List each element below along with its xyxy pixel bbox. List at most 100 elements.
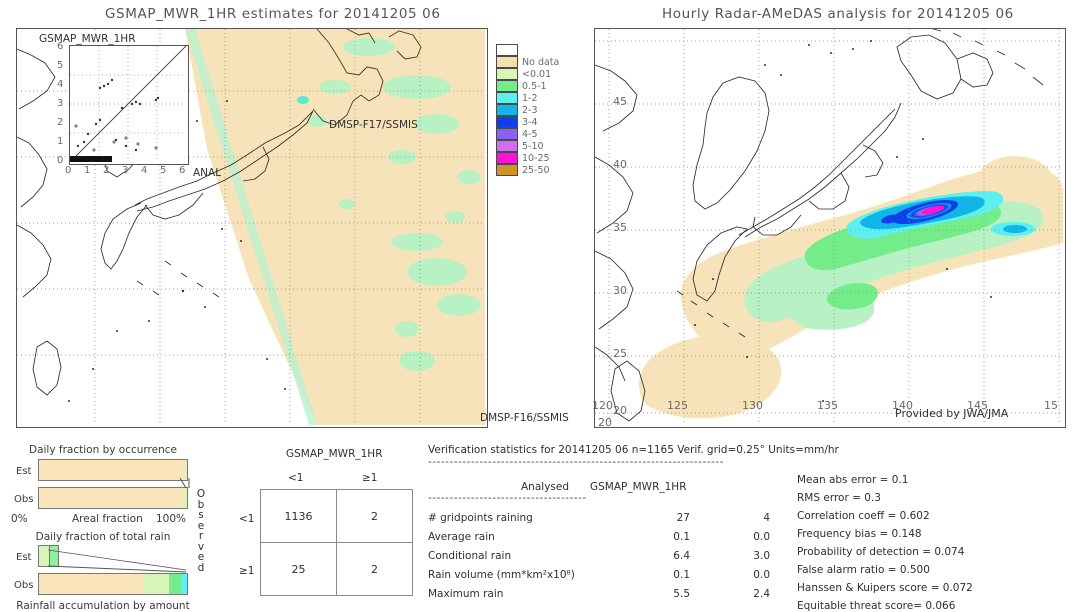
occurrence-axis-right: 100%	[156, 513, 187, 525]
sensor-label-f16: DMSP-F16/SSMIS	[480, 412, 569, 424]
verification-row-0-name: # gridpoints raining	[428, 512, 533, 524]
inset-y-tick-1: 1	[57, 136, 64, 147]
score-7: Equitable threat score= 0.066	[797, 600, 956, 612]
verification-row-2-estimate: 3.0	[753, 550, 770, 562]
inset-x-axis-label: ANAL	[193, 167, 222, 179]
inset-y-tick-4: 4	[57, 79, 64, 90]
inset-x-tick-5: 5	[160, 165, 167, 176]
occurrence-obs-label: Obs	[14, 494, 34, 505]
colorbar-label-4: 1-2	[522, 93, 538, 104]
verification-row-4-analysed: 5.5	[673, 588, 690, 600]
right-lon-tick-120: 120	[592, 399, 613, 412]
verification-row-3-estimate: 0.0	[753, 569, 770, 581]
verification-row-4-name: Maximum rain	[428, 588, 504, 600]
contingency-table: 1136 2 25 2	[260, 489, 413, 596]
gsmap-estimate-map[interactable]: GSMAP_MWR_1HR ANAL 6 5 4 3 2 1 0 0 1 2 3…	[16, 28, 488, 428]
colorbar-swatch-2	[496, 68, 518, 80]
inset-x-tick-3: 3	[122, 165, 129, 176]
table-row: 1136 2	[260, 489, 413, 543]
verification-divider: ----------------------------------------…	[428, 456, 724, 468]
right-lon-tick-135: 135	[817, 399, 838, 412]
colorbar-label-10: 25-50	[522, 165, 550, 176]
occurrence-axis-left: 0%	[11, 513, 28, 525]
verification-row-4-estimate: 2.4	[753, 588, 770, 600]
verification-header: Verification statistics for 20141205 06 …	[428, 444, 839, 456]
score-3: Frequency bias = 0.148	[797, 528, 922, 540]
score-0: Mean abs error = 0.1	[797, 474, 909, 486]
contingency-row-header-1: ≥1	[239, 565, 255, 577]
colorbar-swatch-5	[496, 104, 518, 116]
verification-divider-2: -------------------------------------	[428, 492, 587, 504]
colorbar-legend: No data <0.01 0.5-1 1-2 2-3 3-4 4-5 5-10…	[496, 44, 576, 176]
right-lat-tick-20-outer: 20	[598, 416, 612, 429]
verification-row-2-analysed: 6.4	[673, 550, 690, 562]
colorbar-swatch-4	[496, 92, 518, 104]
right-lat-tick-20: 20	[613, 404, 627, 417]
right-lon-tick-140: 140	[892, 399, 913, 412]
colorbar-swatch-7	[496, 128, 518, 140]
occurrence-obs-seg-0	[39, 488, 184, 508]
colorbar-swatch-0	[496, 44, 518, 56]
occurrence-obs-bar	[38, 487, 188, 509]
right-lat-tick-30: 30	[613, 284, 627, 297]
occurrence-axis-center: Areal fraction	[72, 513, 143, 525]
colorbar-swatch-6	[496, 116, 518, 128]
colorbar-label-3: 0.5-1	[522, 81, 547, 92]
total-rain-obs-seg-0	[39, 574, 143, 594]
inset-x-tick-4: 4	[141, 165, 148, 176]
verification-row-0-estimate: 4	[763, 512, 770, 524]
score-4: Probability of detection = 0.074	[797, 546, 965, 558]
verification-row-1-analysed: 0.1	[673, 531, 690, 543]
colorbar-label-8: 5-10	[522, 141, 544, 152]
colorbar-label-2: <0.01	[522, 69, 552, 80]
contingency-col-header-0: <1	[288, 472, 304, 484]
table-row: 25 2	[260, 542, 413, 596]
inset-x-tick-0: 0	[65, 165, 72, 176]
occurrence-est-bar	[38, 459, 188, 481]
colorbar-swatch-3	[496, 80, 518, 92]
occurrence-est-seg-0	[39, 460, 187, 480]
score-1: RMS error = 0.3	[797, 492, 881, 504]
total-rain-est-label: Est	[16, 552, 32, 563]
inset-x-tick-1: 1	[84, 165, 91, 176]
score-2: Correlation coeff = 0.602	[797, 510, 930, 522]
contingency-cell-1-0: 25	[260, 542, 337, 596]
radar-amedas-map[interactable]: 45 40 35 30 25 20 Provided by JWA/JMA	[594, 28, 1066, 428]
verification-row-0-analysed: 27	[676, 512, 690, 524]
total-rain-obs-seg-3	[181, 574, 187, 594]
verification-row-1-name: Average rain	[428, 531, 495, 543]
score-5: False alarm ratio = 0.500	[797, 564, 930, 576]
contingency-cell-0-0: 1136	[260, 489, 337, 543]
verification-col-estimate: GSMAP_MWR_1HR	[590, 481, 687, 493]
total-rain-obs-seg-1	[142, 574, 170, 594]
colorbar-swatch-10	[496, 164, 518, 176]
occurrence-est-label: Est	[16, 466, 32, 477]
inset-x-tick-2: 2	[103, 165, 110, 176]
right-lon-tick-150: 15	[1044, 399, 1058, 412]
contingency-cell-1-1: 2	[336, 542, 413, 596]
right-lat-tick-35: 35	[613, 221, 627, 234]
inset-scatter-plot	[69, 45, 189, 165]
left-panel-title: GSMAP_MWR_1HR estimates for 20141205 06	[105, 6, 441, 22]
occurrence-obs-seg-1	[183, 488, 187, 508]
colorbar-swatch-1	[496, 56, 518, 68]
right-lat-tick-40: 40	[613, 158, 627, 171]
total-rain-obs-label: Obs	[14, 580, 34, 591]
colorbar-swatch-8	[496, 140, 518, 152]
inset-scatter-canvas	[70, 46, 186, 162]
total-rain-obs-bar	[38, 573, 188, 595]
colorbar-label-1: No data	[522, 57, 560, 68]
colorbar-label-9: 10-25	[522, 153, 550, 164]
right-lon-tick-125: 125	[667, 399, 688, 412]
right-lon-tick-130: 130	[742, 399, 763, 412]
verification-row-3-name: Rain volume (mm*km²x10⁸)	[428, 569, 575, 581]
right-lat-tick-45: 45	[613, 95, 627, 108]
fraction-total-rain-title: Daily fraction of total rain	[35, 531, 171, 543]
fraction-occurrence-title: Daily fraction by occurrence	[29, 444, 177, 456]
inset-y-tick-2: 2	[57, 117, 64, 128]
observed-axis-label: Observed	[196, 488, 206, 574]
right-map-canvas	[595, 29, 1063, 425]
colorbar-swatch-9	[496, 152, 518, 164]
occurrence-connector	[179, 478, 190, 488]
right-lon-tick-145: 145	[967, 399, 988, 412]
